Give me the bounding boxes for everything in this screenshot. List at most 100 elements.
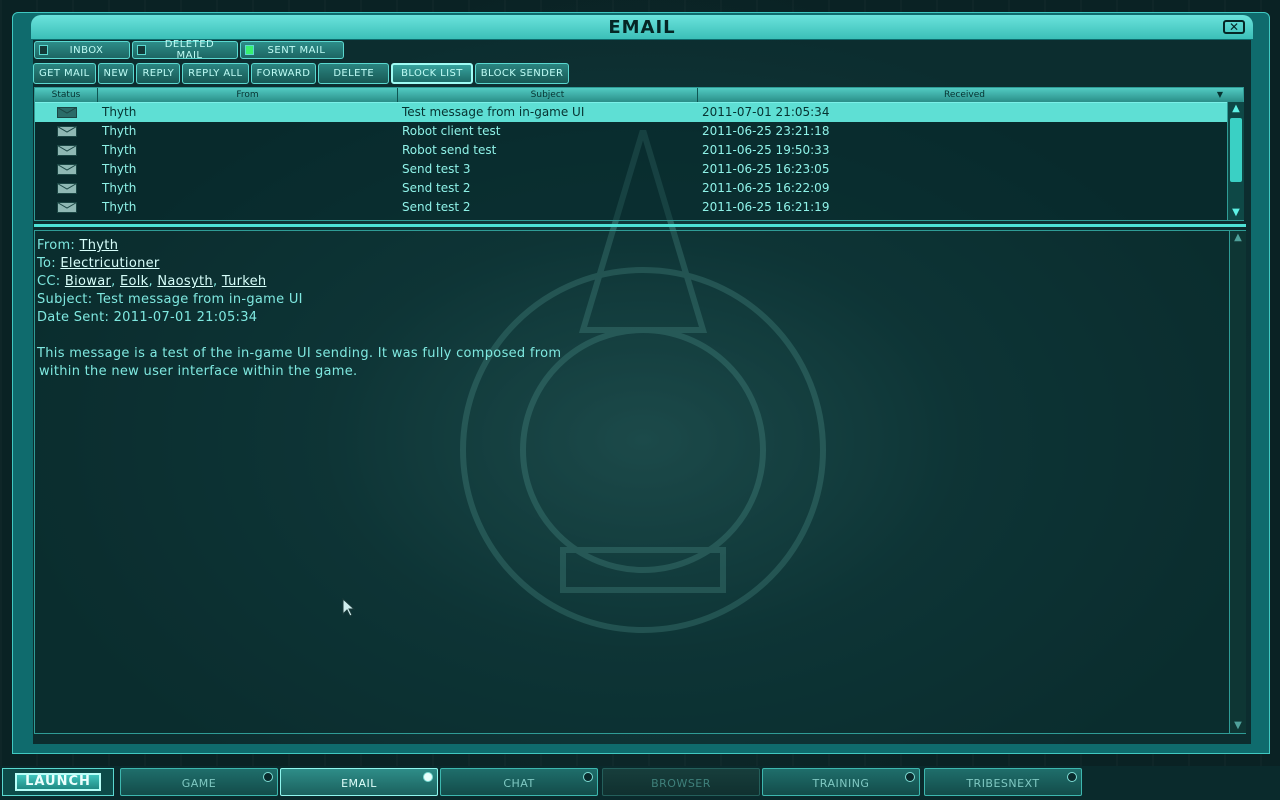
- column-subject[interactable]: Subject: [398, 88, 698, 102]
- mail-toolbar: GET MAIL NEW REPLY REPLY ALL FORWARD DEL…: [33, 63, 570, 84]
- tab-tribesnext[interactable]: TRIBESNEXT: [924, 768, 1082, 796]
- to-link[interactable]: Electricutioner: [60, 256, 159, 271]
- scroll-up-icon[interactable]: ▲: [1230, 231, 1246, 245]
- list-rows: Thyth Test message from in-game UI 2011-07…: [35, 103, 1243, 217]
- date-value: 2011-07-01 21:05:34: [113, 310, 258, 325]
- cc-link[interactable]: Turkeh: [222, 274, 267, 289]
- table-row[interactable]: Thyth Test message from in-game UI 2011-07…: [35, 103, 1243, 122]
- cc-link[interactable]: Naosyth: [157, 274, 213, 289]
- get-mail-button[interactable]: GET MAIL: [33, 63, 96, 84]
- subject-cell: Test message from in-game UI: [402, 105, 585, 119]
- folder-indicator-icon: [137, 45, 146, 55]
- subject-line: Subject: Test message from in-game UI: [37, 291, 561, 309]
- tab-label: TRIBESNEXT: [966, 777, 1040, 790]
- message-text: From: Thyth To: Electricutioner CC: Biow…: [37, 237, 561, 381]
- table-row[interactable]: Thyth Send test 3 2011-06-25 16:23:05: [35, 160, 1243, 179]
- window-title: EMAIL: [608, 17, 676, 38]
- folder-label: INBOX: [69, 44, 104, 56]
- subject-cell: Send test 3: [402, 162, 471, 176]
- status-cell: [35, 103, 98, 122]
- tab-label: TRAINING: [812, 777, 870, 790]
- received-cell: 2011-06-25 16:23:05: [702, 162, 830, 176]
- cc-label: CC:: [37, 274, 61, 289]
- launch-panel: LAUNCH: [2, 768, 114, 796]
- tab-indicator-icon: [905, 772, 915, 782]
- status-cell: [35, 160, 98, 179]
- folder-indicator-icon: [39, 45, 48, 55]
- status-cell: [35, 122, 98, 141]
- date-line: Date Sent: 2011-07-01 21:05:34: [37, 309, 561, 327]
- folder-label: DELETED MAIL: [164, 39, 215, 61]
- envelope-icon: [56, 164, 77, 175]
- message-body-line: within the new user interface within the…: [39, 364, 358, 379]
- folder-indicator-icon: [245, 45, 254, 55]
- message-body-line: This message is a test of the in-game UI…: [37, 346, 562, 361]
- folder-sent-mail[interactable]: SENT MAIL: [240, 41, 344, 59]
- scroll-down-icon[interactable]: ▼: [1228, 206, 1244, 220]
- scroll-thumb[interactable]: [1230, 118, 1242, 182]
- forward-button[interactable]: FORWARD: [250, 63, 317, 84]
- new-button[interactable]: NEW: [97, 63, 135, 84]
- cc-link[interactable]: Biowar: [65, 274, 111, 289]
- launch-button[interactable]: LAUNCH: [15, 773, 101, 791]
- subject-cell: Robot client test: [402, 124, 501, 138]
- to-line: To: Electricutioner: [37, 255, 561, 273]
- tab-email[interactable]: EMAIL: [280, 768, 438, 796]
- received-cell: 2011-06-25 16:21:19: [702, 200, 830, 214]
- status-cell: [35, 141, 98, 160]
- status-cell: [35, 179, 98, 198]
- from-link[interactable]: Thyth: [80, 238, 119, 253]
- column-from[interactable]: From: [98, 88, 398, 102]
- tab-indicator-icon: [263, 772, 273, 782]
- list-scrollbar[interactable]: ▲ ▼: [1227, 102, 1244, 220]
- envelope-icon: [56, 183, 77, 194]
- tab-label: CHAT: [503, 777, 535, 790]
- envelope-icon: [56, 145, 77, 156]
- envelope-icon: [56, 202, 77, 213]
- from-cell: Thyth: [102, 181, 137, 195]
- list-header: Status From Subject Received ▼: [35, 88, 1243, 103]
- table-row[interactable]: Thyth Robot send test 2011-06-25 19:50:33: [35, 141, 1243, 160]
- from-cell: Thyth: [102, 162, 137, 176]
- received-cell: 2011-07-01 21:05:34: [702, 105, 830, 119]
- close-icon[interactable]: ✕: [1223, 20, 1245, 34]
- envelope-icon: [56, 107, 77, 118]
- reply-button[interactable]: REPLY: [136, 63, 181, 84]
- table-row[interactable]: Thyth Send test 2 2011-06-25 16:22:09: [35, 179, 1243, 198]
- received-cell: 2011-06-25 19:50:33: [702, 143, 830, 157]
- block-list-button[interactable]: BLOCK LIST: [391, 63, 473, 84]
- sort-desc-icon: ▼: [1216, 90, 1223, 99]
- tab-game[interactable]: GAME: [120, 768, 278, 796]
- scroll-down-icon[interactable]: ▼: [1230, 719, 1246, 733]
- from-cell: Thyth: [102, 143, 137, 157]
- block-sender-button[interactable]: BLOCK SENDER: [474, 63, 570, 84]
- tab-training[interactable]: TRAINING: [762, 768, 920, 796]
- scroll-up-icon[interactable]: ▲: [1228, 102, 1244, 116]
- from-line: From: Thyth: [37, 237, 561, 255]
- pane-divider[interactable]: [34, 224, 1246, 227]
- column-received[interactable]: Received ▼: [698, 88, 1231, 102]
- message-scrollbar[interactable]: ▲ ▼: [1229, 231, 1246, 733]
- folder-tabs: INBOX DELETED MAIL SENT MAIL: [34, 39, 344, 61]
- tab-chat[interactable]: CHAT: [440, 768, 598, 796]
- from-cell: Thyth: [102, 105, 137, 119]
- tab-indicator-icon: [583, 772, 593, 782]
- received-cell: 2011-06-25 16:22:09: [702, 181, 830, 195]
- tab-indicator-icon: [423, 772, 433, 782]
- column-status[interactable]: Status: [35, 88, 98, 102]
- envelope-icon: [56, 126, 77, 137]
- to-label: To:: [37, 256, 56, 271]
- subject-cell: Send test 2: [402, 181, 471, 195]
- from-label: From:: [37, 238, 76, 253]
- delete-button[interactable]: DELETE: [318, 63, 390, 84]
- tab-label: BROWSER: [651, 777, 711, 790]
- subject-label: Subject:: [37, 292, 93, 307]
- folder-deleted-mail[interactable]: DELETED MAIL: [132, 39, 238, 61]
- bottom-nav-bar: LAUNCH GAME EMAIL CHAT BROWSER TRAINING …: [0, 766, 1280, 800]
- folder-inbox[interactable]: INBOX: [34, 41, 130, 59]
- table-row[interactable]: Thyth Send test 2 2011-06-25 16:21:19: [35, 198, 1243, 217]
- reply-all-button[interactable]: REPLY ALL: [182, 63, 249, 84]
- table-row[interactable]: Thyth Robot client test 2011-06-25 23:21:1…: [35, 122, 1243, 141]
- message-preview: From: Thyth To: Electricutioner CC: Biow…: [34, 230, 1246, 734]
- cc-link[interactable]: Eolk: [120, 274, 149, 289]
